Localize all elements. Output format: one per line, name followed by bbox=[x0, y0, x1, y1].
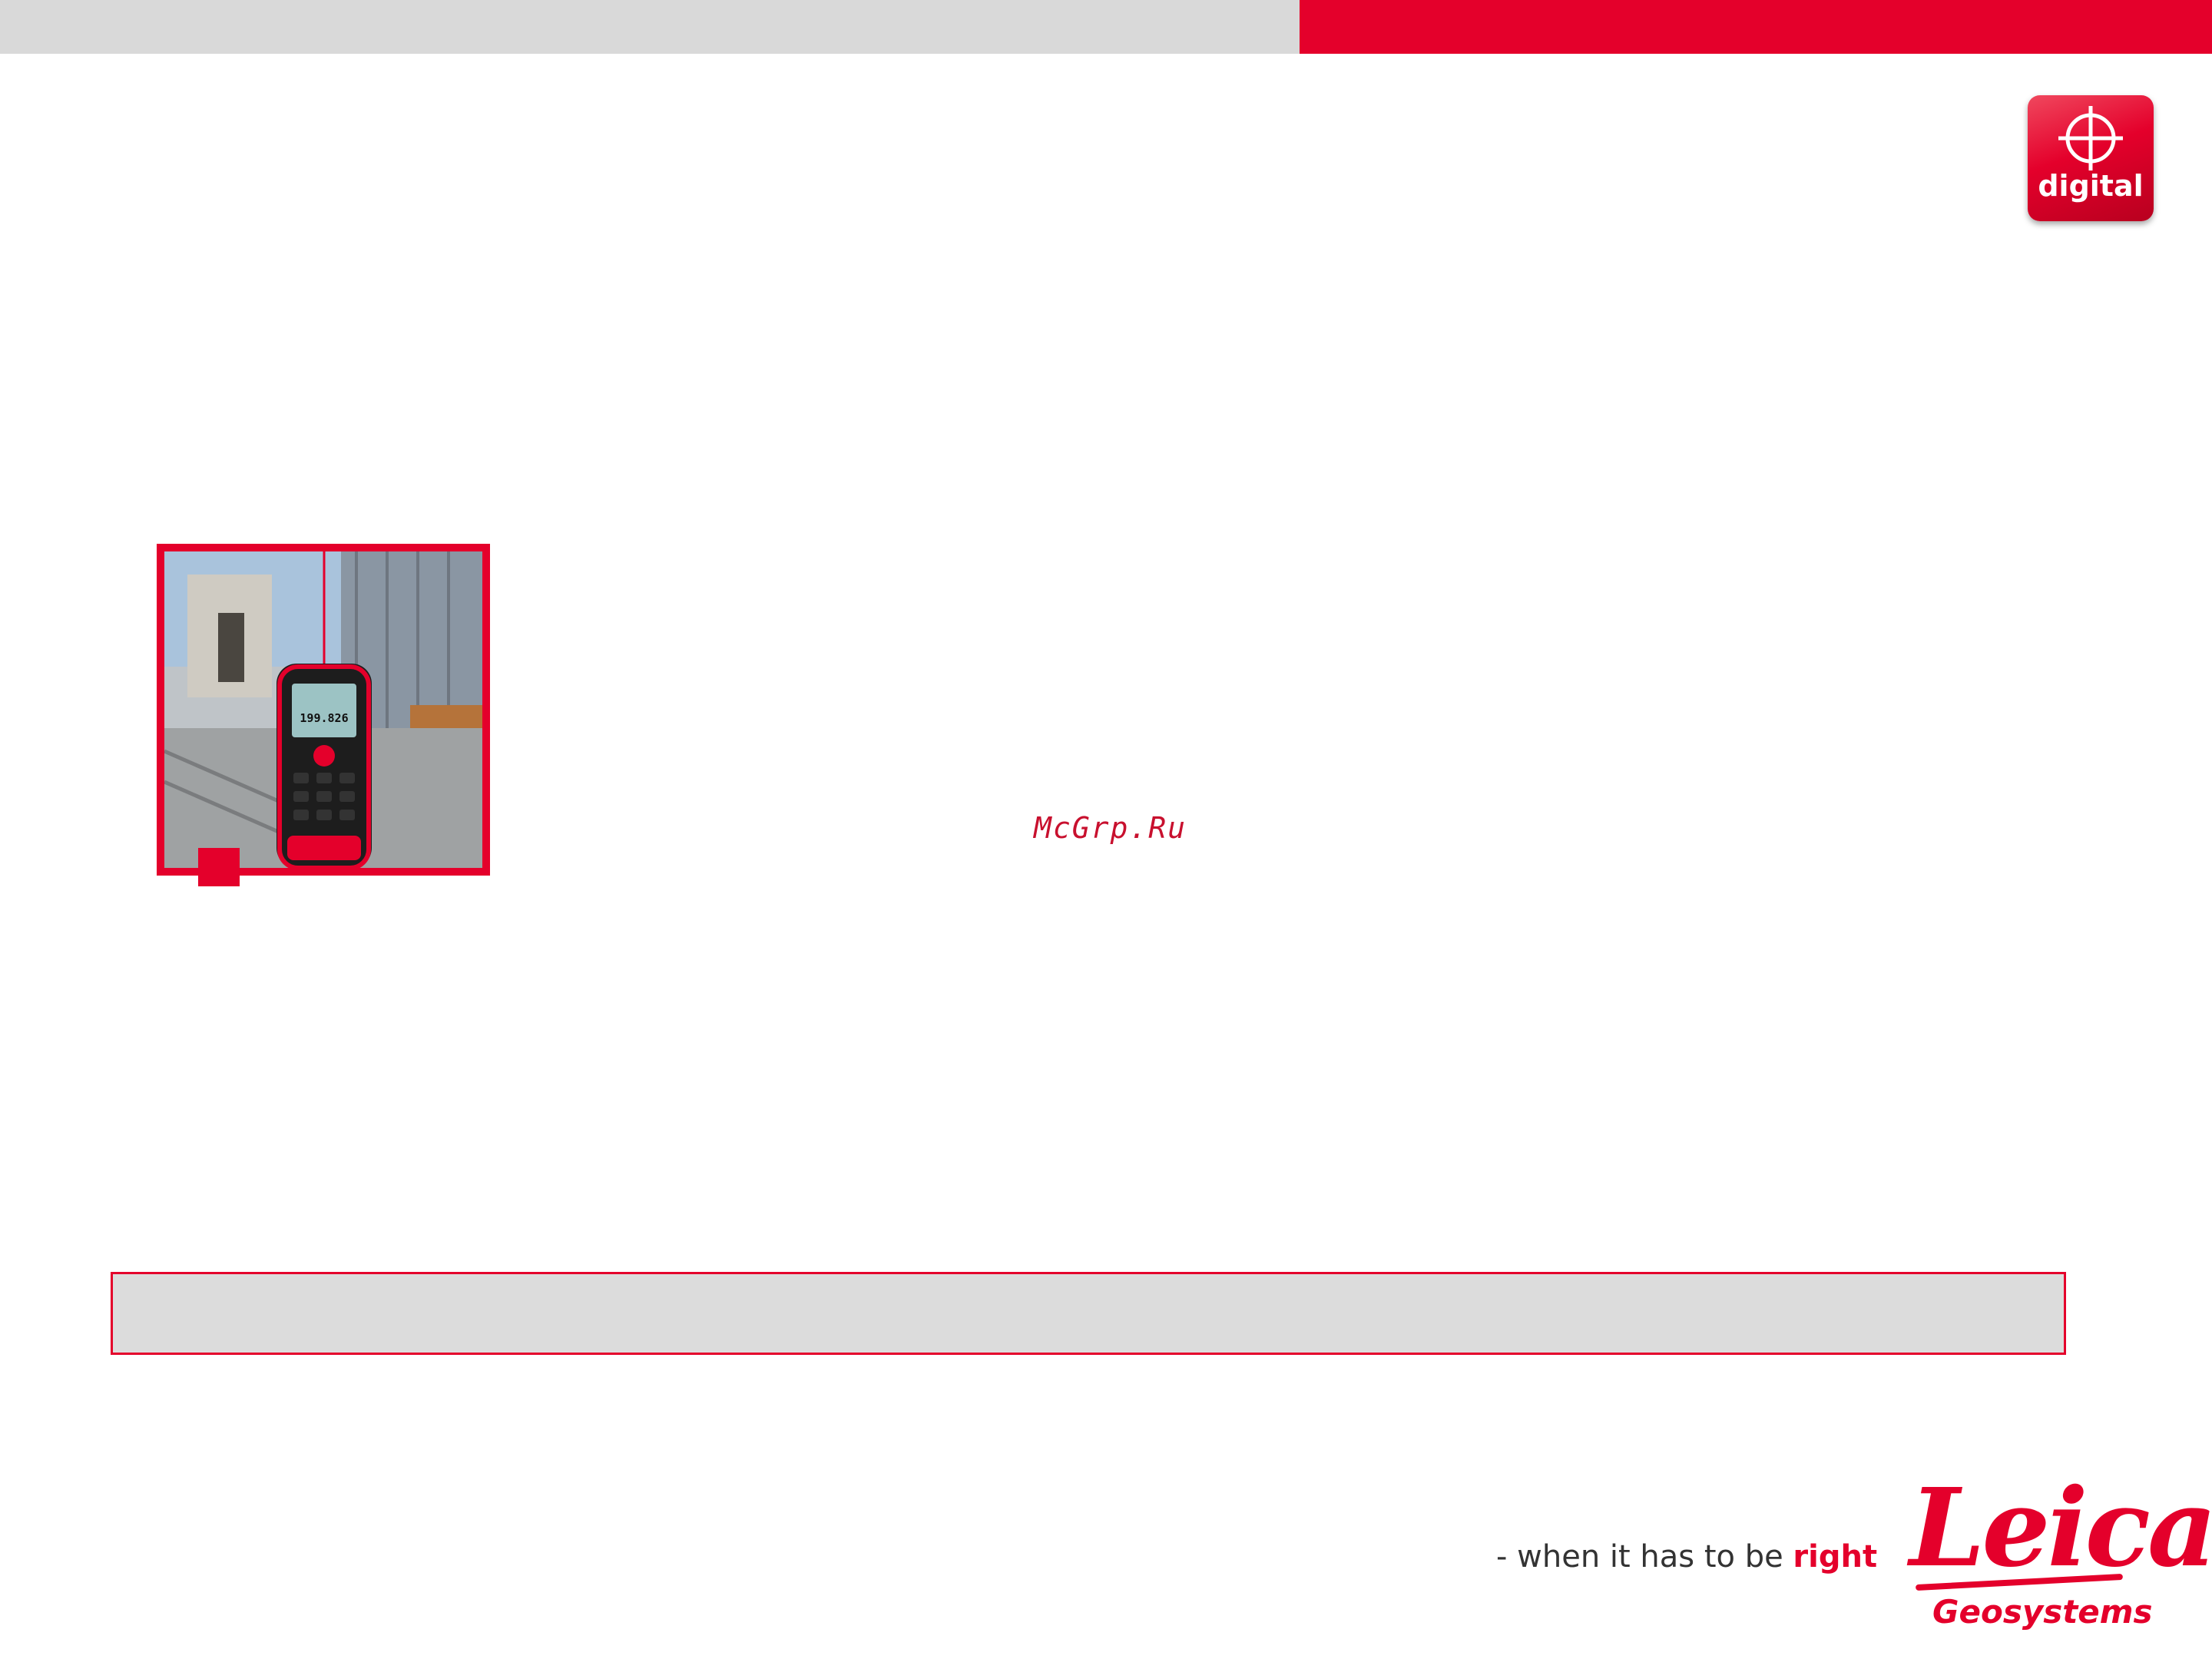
logo-wordmark: Leica bbox=[1909, 1465, 2212, 1591]
device-photo: 199.826 bbox=[157, 544, 490, 876]
info-box bbox=[111, 1272, 2066, 1355]
device-display-reading: 199.826 bbox=[300, 711, 348, 725]
digital-badge-label: digital bbox=[2038, 169, 2144, 203]
tagline-prefix: - when it has to be bbox=[1496, 1539, 1793, 1575]
logo-subtitle: Geosystems bbox=[1932, 1593, 2153, 1631]
tagline: - when it has to be right bbox=[1496, 1539, 1877, 1575]
header-bar-red bbox=[1300, 0, 2212, 54]
photo-corner-tab bbox=[198, 848, 240, 886]
leica-logo: Leica Geosystems bbox=[1905, 1475, 2212, 1636]
watermark-text: McGrp.Ru bbox=[1034, 811, 1187, 845]
header-bar-gray bbox=[0, 0, 1300, 54]
digital-badge: digital bbox=[2028, 95, 2154, 221]
tagline-emphasis: right bbox=[1793, 1539, 1878, 1575]
